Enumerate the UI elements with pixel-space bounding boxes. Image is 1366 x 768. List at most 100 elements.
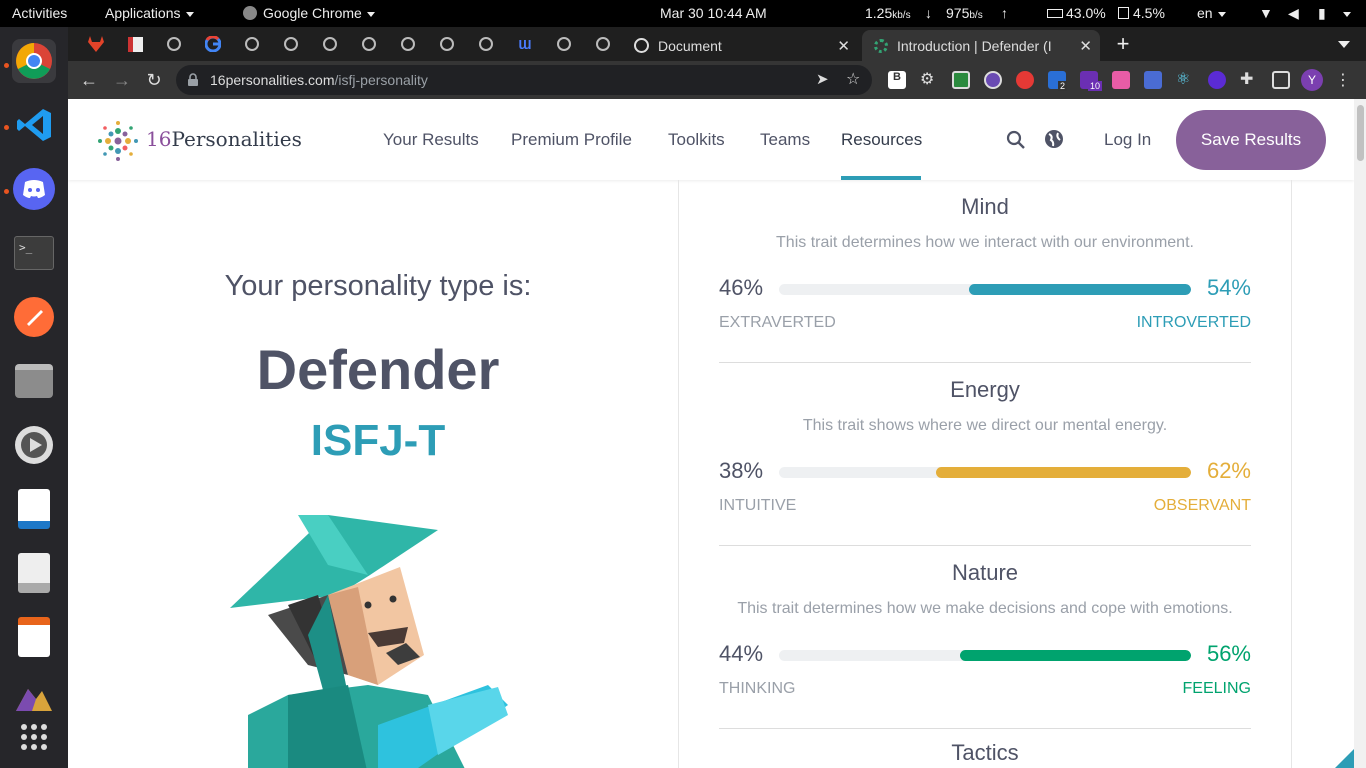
more-menu-icon[interactable]: ⋮ xyxy=(1332,69,1354,91)
clock[interactable]: Mar 30 10:44 AM xyxy=(660,5,767,21)
wifi-icon[interactable]: ▼ xyxy=(1259,5,1273,21)
trait-bar xyxy=(779,650,1191,661)
chevron-down-icon xyxy=(1343,11,1351,17)
writer-icon[interactable] xyxy=(12,487,56,531)
extension-icon[interactable]: 2 xyxy=(1048,71,1068,91)
trait-left-label: THINKING xyxy=(719,680,796,697)
chevron-down-icon xyxy=(366,11,375,17)
back-icon[interactable]: ← xyxy=(78,69,100,91)
globe-tab-icon[interactable] xyxy=(476,34,496,54)
bookmark-star-icon[interactable]: ☆ xyxy=(846,69,860,89)
site-logo-icon[interactable] xyxy=(96,119,140,163)
globe-language-icon[interactable] xyxy=(1044,129,1064,149)
video-player-icon[interactable] xyxy=(12,423,56,467)
forward-icon[interactable]: → xyxy=(111,69,133,91)
extension-icon[interactable]: 10 xyxy=(1080,71,1103,91)
nav-your-results[interactable]: Your Results xyxy=(383,130,479,150)
system-menu-button[interactable] xyxy=(1338,5,1351,21)
activities-button[interactable]: Activities xyxy=(12,5,67,21)
globe-tab-icon[interactable] xyxy=(242,34,262,54)
chevron-down-icon xyxy=(185,11,194,17)
send-tab-icon[interactable]: ➤ xyxy=(816,70,829,88)
app-icon[interactable] xyxy=(12,675,56,719)
globe-tab-icon[interactable] xyxy=(281,34,301,54)
globe-tab-icon[interactable] xyxy=(320,34,340,54)
document-viewer-icon[interactable] xyxy=(12,551,56,595)
nav-resources[interactable]: Resources xyxy=(841,130,922,150)
applications-menu[interactable]: Applications xyxy=(105,5,194,21)
files-icon[interactable] xyxy=(12,359,56,403)
app-menu-chrome[interactable]: Google Chrome xyxy=(243,5,375,21)
tab-search-icon[interactable] xyxy=(1334,34,1354,54)
chrome-icon[interactable] xyxy=(12,39,56,83)
extension-icon[interactable] xyxy=(1112,71,1130,89)
site-logo-text[interactable]: 16Personalities xyxy=(146,127,302,151)
personality-type-name: Defender xyxy=(256,338,500,401)
lock-icon xyxy=(188,73,198,86)
reload-icon[interactable]: ↻ xyxy=(143,69,165,91)
globe-tab-icon[interactable] xyxy=(554,34,574,54)
extension-badge: 10 xyxy=(1088,81,1103,91)
app-tab-icon[interactable]: Ɯ xyxy=(515,34,535,54)
nav-teams[interactable]: Teams xyxy=(760,130,810,150)
gitlab-tab-icon[interactable] xyxy=(86,34,106,54)
save-results-button[interactable]: Save Results xyxy=(1176,110,1326,170)
memory-indicator[interactable]: 4.5% xyxy=(1118,5,1165,21)
extension-icon[interactable] xyxy=(952,71,970,89)
puzzle-extensions-icon[interactable]: ✚ xyxy=(1240,71,1258,89)
profile-avatar[interactable]: Y xyxy=(1301,69,1323,91)
trait-card: Energy This trait shows where we direct … xyxy=(719,363,1251,546)
terminal-icon[interactable]: >_ xyxy=(12,231,56,275)
battery-status-icon[interactable]: ▮ xyxy=(1318,5,1326,22)
globe-tab-icon[interactable] xyxy=(164,34,184,54)
globe-tab-icon[interactable] xyxy=(593,34,613,54)
battery-indicator[interactable]: 43.0% xyxy=(1047,5,1106,21)
pinned-tab-icon[interactable] xyxy=(125,34,145,54)
page-scrollbar[interactable] xyxy=(1354,99,1366,768)
browser-toolbar: ← → ↻ 16personalities.com/isfj-personali… xyxy=(68,61,1366,99)
vscode-icon[interactable] xyxy=(12,103,56,147)
tab-document[interactable]: Document ✕ xyxy=(622,30,858,61)
show-apps-icon[interactable] xyxy=(12,715,56,759)
volume-icon[interactable]: ◀ xyxy=(1288,5,1299,22)
side-panel-icon[interactable] xyxy=(1272,71,1290,89)
corner-decoration xyxy=(1335,749,1354,768)
gear-extension-icon[interactable]: ⚙ xyxy=(920,71,938,89)
nav-toolkits[interactable]: Toolkits xyxy=(668,130,725,150)
trait-left-label: INTUITIVE xyxy=(719,497,797,514)
trait-title: Energy xyxy=(950,377,1020,402)
nav-premium-profile[interactable]: Premium Profile xyxy=(511,130,632,150)
scrollbar-thumb[interactable] xyxy=(1357,105,1364,161)
traits-panel: Mind This trait determines how we intera… xyxy=(678,180,1292,768)
postman-icon[interactable] xyxy=(12,295,56,339)
search-icon[interactable] xyxy=(1006,130,1026,150)
personality-type-code: ISFJ-T xyxy=(310,416,446,465)
trait-right-label: INTROVERTED xyxy=(1136,314,1251,331)
running-indicator xyxy=(4,125,9,130)
new-tab-icon[interactable]: + xyxy=(1113,31,1133,56)
extension-icon[interactable] xyxy=(1208,71,1226,89)
react-devtools-icon[interactable]: ⚛ xyxy=(1176,71,1194,89)
google-tab-icon[interactable] xyxy=(203,34,223,54)
translate-extension-icon[interactable] xyxy=(1144,71,1162,89)
globe-tab-icon[interactable] xyxy=(359,34,379,54)
globe-tab-icon[interactable] xyxy=(437,34,457,54)
discord-icon[interactable] xyxy=(12,167,56,211)
trait-title: Mind xyxy=(961,194,1009,219)
extension-b-icon[interactable]: B xyxy=(888,71,906,89)
close-icon[interactable]: ✕ xyxy=(1079,37,1092,55)
login-link[interactable]: Log In xyxy=(1104,130,1151,150)
close-icon[interactable]: ✕ xyxy=(837,37,850,55)
trait-right-percent: 54% xyxy=(1206,275,1251,300)
keyboard-layout[interactable]: en xyxy=(1197,5,1226,21)
trait-title: Nature xyxy=(951,560,1019,585)
trait-right-label: OBSERVANT xyxy=(1153,497,1251,514)
address-bar[interactable]: 16personalities.com/isfj-personality ➤ ☆ xyxy=(176,65,872,95)
globe-tab-icon[interactable] xyxy=(398,34,418,54)
tab-introduction-defender[interactable]: Introduction | Defender (I ✕ xyxy=(862,30,1100,61)
blocker-extension-icon[interactable] xyxy=(984,71,1002,89)
arrow-down-icon: ↓ xyxy=(925,5,932,21)
applications-label: Applications xyxy=(105,5,181,21)
impress-icon[interactable] xyxy=(12,615,56,659)
hand-extension-icon[interactable] xyxy=(1016,71,1034,89)
